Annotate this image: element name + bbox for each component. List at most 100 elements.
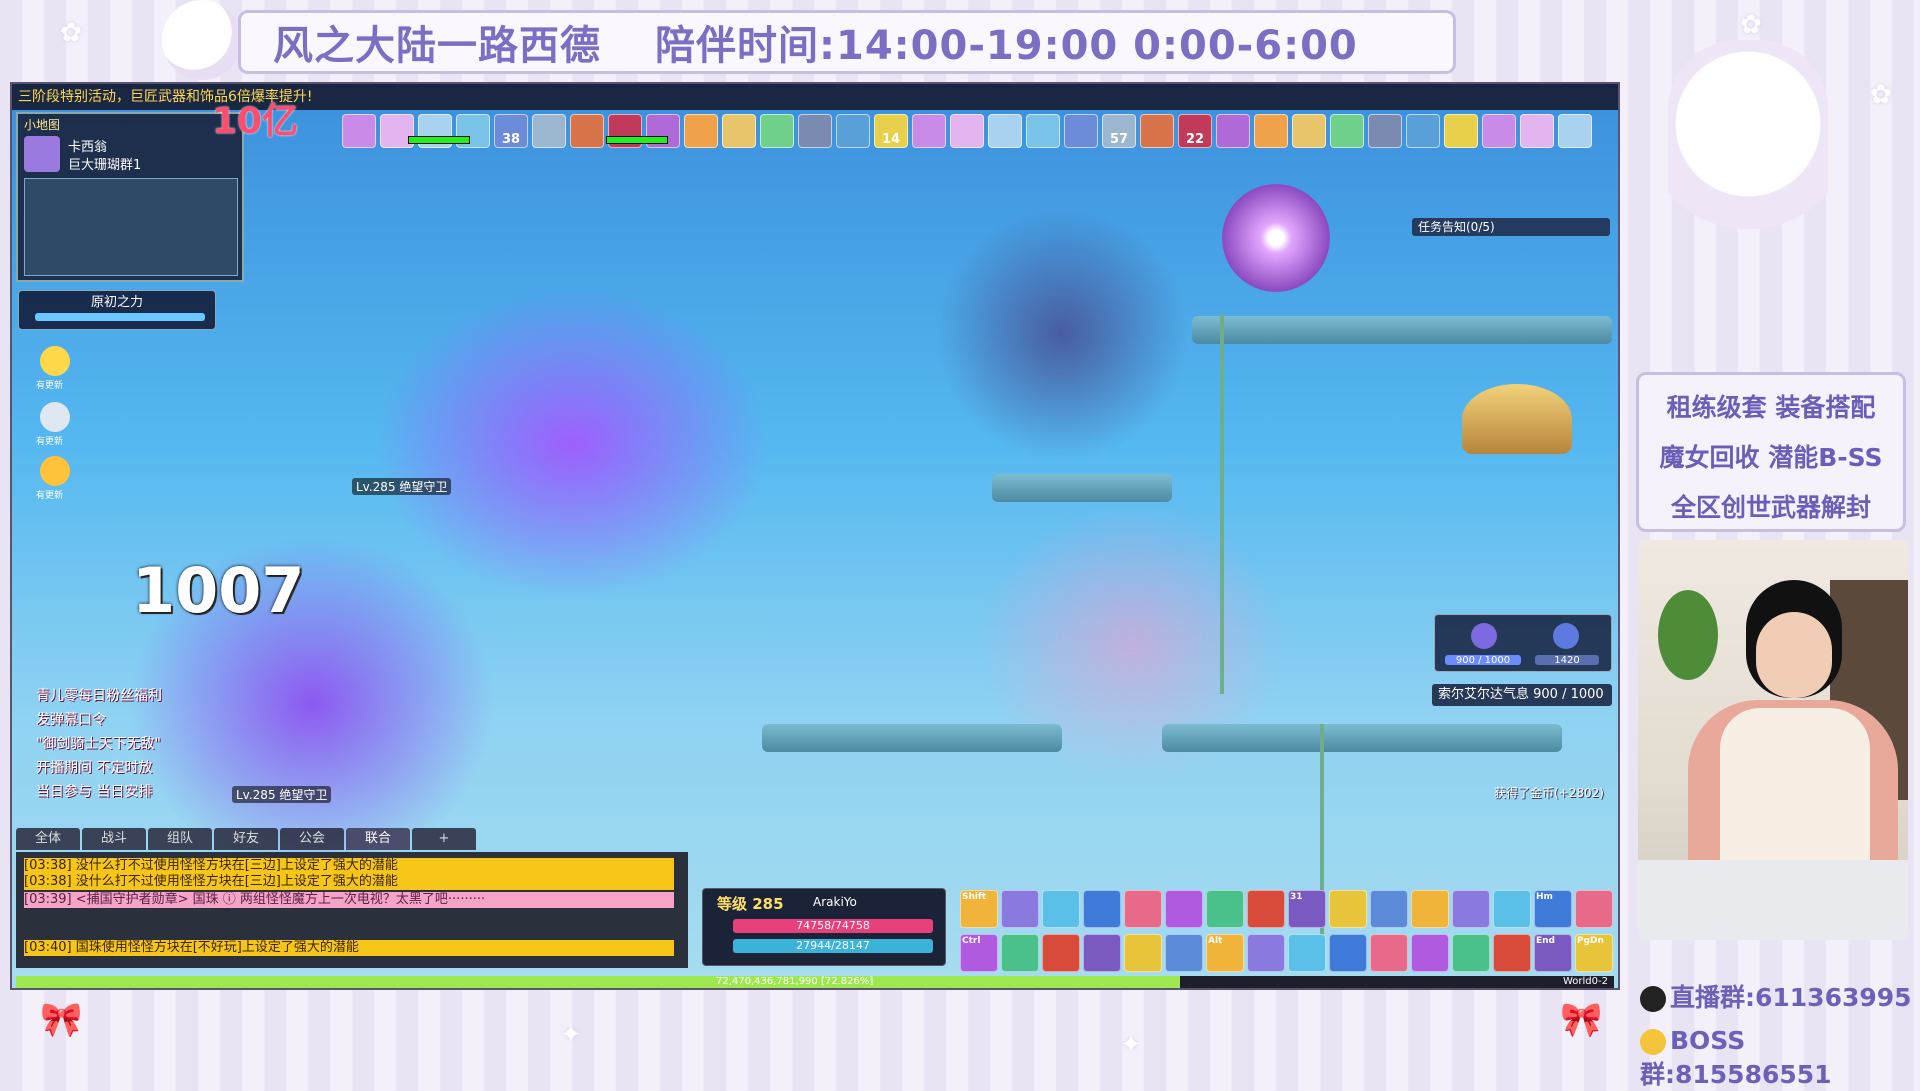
skill-slot[interactable] [1083, 890, 1121, 928]
buff-icon[interactable] [1558, 114, 1592, 148]
skill-slot[interactable] [1288, 933, 1326, 972]
skill-hotbar: Shift 31 Hm Ctrl Alt End PgDn [960, 890, 1618, 974]
ribbon-bow-decoration: 🎀 [40, 1000, 83, 1040]
skill-slot[interactable] [1370, 933, 1408, 972]
buff-icon[interactable] [1368, 114, 1402, 148]
buff-icon[interactable] [1406, 114, 1440, 148]
minimap[interactable]: 小地图 卡西翁 巨大珊瑚群1 [16, 112, 244, 282]
guild-emblem-icon [1462, 384, 1572, 454]
live-group-contact: 直播群:611363995 [1640, 978, 1912, 1014]
buff-icon[interactable] [1330, 114, 1364, 148]
streamer-face [1756, 612, 1832, 698]
banner-schedule: 陪伴时间:14:00-19:00 0:00-6:00 [655, 23, 1358, 69]
buff-icon[interactable] [836, 114, 870, 148]
skill-slot[interactable]: Alt [1206, 933, 1244, 972]
skill-slot[interactable] [1575, 890, 1613, 928]
exp-fill [16, 976, 1180, 988]
chat-box[interactable]: [03:38] 没什么打不过使用怪怪方块在[三边]上设定了强大的潜能 [03:3… [16, 852, 688, 968]
skill-slot[interactable] [1493, 933, 1531, 972]
buff-icon[interactable] [1444, 114, 1478, 148]
buff-icon[interactable] [1140, 114, 1174, 148]
chat-tab[interactable]: + [412, 828, 476, 850]
boss-group-contact: BOSS群:815586551 [1640, 1026, 1920, 1091]
side-icon-label: 有更新 [36, 381, 64, 391]
skill-slot[interactable] [1370, 890, 1408, 928]
buff-icon[interactable]: 38 [494, 114, 528, 148]
chat-tab[interactable]: 全体 [16, 828, 80, 850]
skill-slot[interactable] [1411, 890, 1449, 928]
chat-tab[interactable]: 组队 [148, 828, 212, 850]
skill-slot[interactable] [1124, 933, 1162, 972]
buff-icon[interactable] [1026, 114, 1060, 148]
qq-penguin-icon [1640, 986, 1666, 1012]
skill-slot[interactable]: Shift [960, 890, 998, 928]
chat-tab[interactable]: 联合 [346, 828, 410, 850]
buff-icon[interactable] [988, 114, 1022, 148]
service-line: 全区创世武器解封 [1670, 493, 1871, 522]
buff-icon[interactable] [570, 114, 604, 148]
flower-decoration: ✿ [1740, 10, 1762, 40]
skill-slot[interactable] [1042, 890, 1080, 928]
skill-slot[interactable] [1329, 890, 1367, 928]
skill-slot[interactable]: Hm [1534, 890, 1572, 928]
skill-slot[interactable]: 31 [1288, 890, 1326, 928]
quest-alert[interactable]: 任务告知(0/5) [1412, 218, 1610, 236]
buff-bar: 38 14 57 22 [342, 114, 1592, 148]
flower-decoration: ✿ [1870, 80, 1892, 110]
skill-slot[interactable] [1165, 933, 1203, 972]
skill-slot[interactable] [1452, 890, 1490, 928]
buff-icon[interactable] [1520, 114, 1554, 148]
skill-slot[interactable] [1247, 933, 1285, 972]
buff-icon[interactable] [1482, 114, 1516, 148]
chat-tab[interactable]: 好友 [214, 828, 278, 850]
services-panel: 租练级套 装备搭配 魔女回收 潜能B-SS 全区创世武器解封 [1636, 372, 1906, 532]
side-icon-label: 有更新 [36, 491, 64, 501]
buff-icon[interactable] [1254, 114, 1288, 148]
mob-hp-bar [606, 136, 668, 144]
skill-slot[interactable] [1124, 890, 1162, 928]
skill-slot[interactable] [1083, 933, 1121, 972]
buff-icon[interactable]: 22 [1178, 114, 1212, 148]
skill-slot[interactable]: End [1534, 933, 1572, 972]
buff-icon[interactable] [342, 114, 376, 148]
buff-icon[interactable] [684, 114, 718, 148]
buff-icon[interactable] [950, 114, 984, 148]
buff-icon[interactable] [798, 114, 832, 148]
primal-power-gauge: 原初之力 [18, 290, 216, 330]
chat-tab[interactable]: 公会 [280, 828, 344, 850]
exp-bar: 72,470,436,781,990 [72.826%] World0-2 [16, 976, 1614, 988]
buff-icon[interactable] [1216, 114, 1250, 148]
buff-icon[interactable] [722, 114, 756, 148]
skill-slot[interactable]: Ctrl [960, 933, 998, 972]
world-label: World0-2 [1563, 976, 1608, 987]
skill-slot[interactable] [1042, 933, 1080, 972]
lightbulb-icon[interactable] [40, 346, 70, 376]
skill-slot[interactable] [1493, 890, 1531, 928]
star-icon[interactable] [40, 456, 70, 486]
promo-line: 发弹幕口令 [36, 712, 106, 728]
lightbulb-icon[interactable] [40, 402, 70, 432]
mob-name-label: Lv.285 绝望守卫 [352, 478, 452, 495]
buff-icon[interactable] [1292, 114, 1326, 148]
buff-icon[interactable]: 57 [1102, 114, 1136, 148]
game-window[interactable]: 三阶段特别活动，巨匠武器和饰品6倍爆率提升! 小地图 卡西翁 巨大珊瑚群1 原初… [10, 82, 1620, 990]
skill-slot[interactable] [1411, 933, 1449, 972]
skill-slot[interactable] [1001, 890, 1039, 928]
skill-slot[interactable] [1001, 933, 1039, 972]
skill-slot[interactable] [1206, 890, 1244, 928]
skill-slot[interactable] [1165, 890, 1203, 928]
skill-slot[interactable] [1452, 933, 1490, 972]
minimap-view[interactable] [24, 178, 238, 276]
buff-icon[interactable] [760, 114, 794, 148]
skill-slot[interactable] [1329, 933, 1367, 972]
buff-icon[interactable] [912, 114, 946, 148]
character-name: ArakiYo [813, 895, 857, 909]
skill-slot[interactable]: PgDn [1575, 933, 1613, 972]
buff-icon[interactable] [532, 114, 566, 148]
skill-slot[interactable] [1247, 890, 1285, 928]
buff-icon[interactable] [1064, 114, 1098, 148]
chat-tab[interactable]: 战斗 [82, 828, 146, 850]
plant [1658, 590, 1718, 680]
streamer-promo-text: 青儿零每日粉丝福利 发弹幕口令 "御剑骑士天下无敌" 开播期间 不定时放 当日参… [36, 684, 214, 804]
buff-icon[interactable]: 14 [874, 114, 908, 148]
